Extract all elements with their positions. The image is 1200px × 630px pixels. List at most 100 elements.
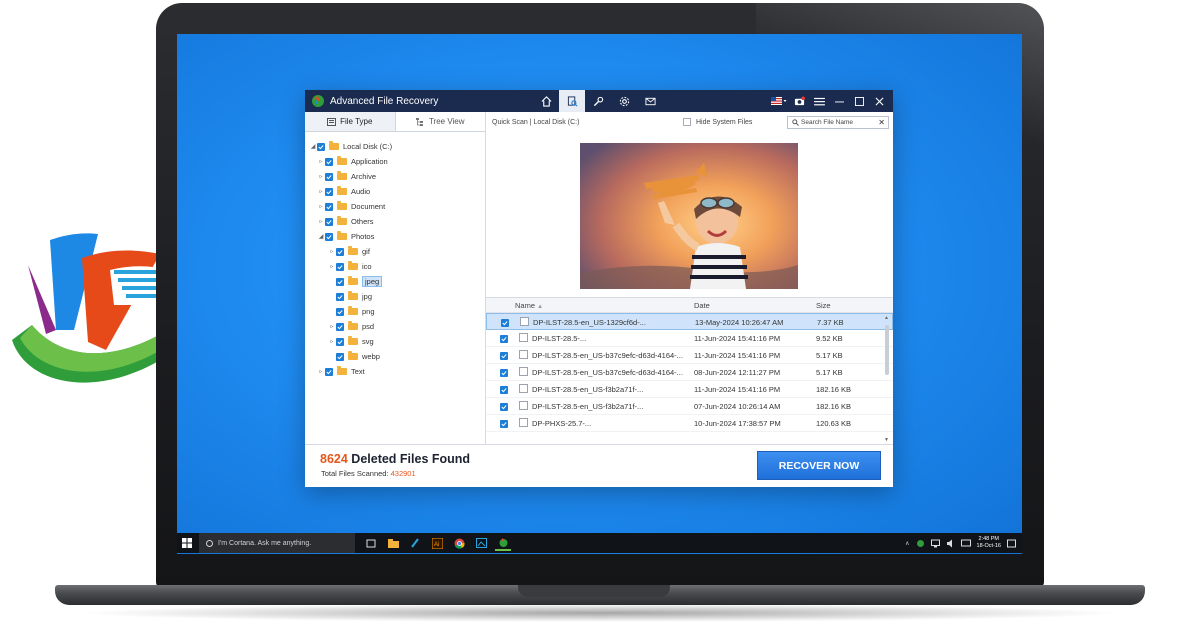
checkbox-checked-icon[interactable] [336,352,344,361]
expand-caret-icon[interactable]: ▹ [317,188,325,195]
tree-item-webp[interactable]: webp [305,349,485,364]
tree-item-audio[interactable]: ▹ Audio [305,184,485,199]
expand-caret-icon[interactable]: ◢ [317,233,325,240]
tree-item-text[interactable]: ▹ Text [305,364,485,379]
home-icon[interactable] [533,90,559,112]
column-size[interactable]: Size [816,301,831,310]
checkbox-checked-icon[interactable] [325,232,333,241]
checkbox-checked-icon[interactable] [317,142,325,151]
action-center-icon[interactable] [1007,539,1016,548]
expand-caret-icon[interactable]: ▹ [328,338,336,345]
checkbox-checked-icon[interactable] [336,262,344,271]
tree-item-others[interactable]: ▹ Others [305,214,485,229]
checkbox-checked-icon[interactable] [500,420,508,428]
expand-caret-icon[interactable]: ▹ [317,158,325,165]
table-row[interactable]: DP-ILST-28.5-en_US-1329cf6d-... 13-May-20… [486,313,893,330]
table-row[interactable]: DP-ILST-28.5-... 11-Jun-2024 15:41:16 PM 9… [486,330,893,347]
table-row[interactable]: DP-ILST-28.5-en_US-b37c9efc-d63d-4164-..… [486,364,893,381]
checkbox-checked-icon[interactable] [325,157,333,166]
checkbox-checked-icon[interactable] [325,367,333,376]
network-icon[interactable] [930,539,940,548]
tab-tree-view[interactable]: Tree View [396,112,486,131]
close-icon[interactable] [869,90,889,112]
scroll-up-icon[interactable]: ▲ [884,315,889,321]
checkbox-checked-icon[interactable] [336,277,344,286]
task-view-icon[interactable] [363,535,379,551]
checkbox-checked-icon[interactable] [325,202,333,211]
search-input[interactable]: Search File Name ✕ [787,116,889,129]
table-row[interactable]: DP-ILST-28.5-en_US-f3b2a71f-... 07-Jun-20… [486,398,893,415]
tab-file-type[interactable]: File Type [305,112,396,131]
checkbox-checked-icon[interactable] [336,307,344,316]
tree-item-application[interactable]: ▹ Application [305,154,485,169]
checkbox-checked-icon[interactable] [500,335,508,343]
expand-caret-icon[interactable]: ▹ [317,368,325,375]
column-name[interactable]: Name ▲ [515,301,543,310]
column-date[interactable]: Date [694,301,710,310]
windows-start-icon[interactable] [177,533,197,553]
pen-app-icon[interactable] [407,535,423,551]
sort-asc-icon[interactable]: ▲ [537,304,543,310]
tree-item-svg[interactable]: ▹ svg [305,334,485,349]
checkbox-checked-icon[interactable] [500,386,508,394]
tray-chevron-icon[interactable]: ∧ [905,540,909,547]
checkbox-checked-icon[interactable] [325,187,333,196]
tree-item-archive[interactable]: ▹ Archive [305,169,485,184]
tree-item-jpeg[interactable]: jpeg [305,274,485,289]
clear-search-icon[interactable]: ✕ [878,118,885,127]
tree-item-photos[interactable]: ◢ Photos [305,229,485,244]
tree-item-jpg[interactable]: jpg [305,289,485,304]
scan-icon[interactable] [559,90,585,112]
notifications-icon[interactable] [789,90,809,112]
checkbox-checked-icon[interactable] [500,403,508,411]
hide-system-files-toggle[interactable]: Hide System Files [683,118,752,126]
checkbox-checked-icon[interactable] [325,217,333,226]
table-scrollbar[interactable]: ▲ ▼ [884,315,890,443]
scroll-down-icon[interactable]: ▼ [884,437,889,443]
checkbox-checked-icon[interactable] [501,319,509,327]
checkbox-checked-icon[interactable] [500,369,508,377]
expand-caret-icon[interactable]: ▹ [317,173,325,180]
tools-icon[interactable] [585,90,611,112]
expand-caret-icon[interactable]: ▹ [328,323,336,330]
settings-icon[interactable] [611,90,637,112]
checkbox-checked-icon[interactable] [325,172,333,181]
checkbox-checked-icon[interactable] [336,247,344,256]
tree-item-png[interactable]: png [305,304,485,319]
expand-caret-icon[interactable]: ◢ [309,143,317,150]
tree-root[interactable]: ◢ Local Disk (C:) [305,139,485,154]
illustrator-icon[interactable]: Ai [429,535,445,551]
table-row[interactable]: DP-ILST-28.5-en_US-f3b2a71f-... 11-Jun-20… [486,381,893,398]
checkbox-checked-icon[interactable] [336,292,344,301]
mail-icon[interactable] [637,90,663,112]
file-recovery-app-icon[interactable] [495,535,511,551]
photo-app-icon[interactable] [473,535,489,551]
checkbox-checked-icon[interactable] [336,322,344,331]
taskbar-clock[interactable]: 2:48 PM 18-Oct-16 [977,536,1001,550]
keyboard-icon[interactable] [960,539,971,547]
tree-item-psd[interactable]: ▹ psd [305,319,485,334]
tray-app-icon[interactable] [916,539,925,548]
expand-caret-icon[interactable]: ▹ [317,203,325,210]
checkbox-checked-icon[interactable] [336,337,344,346]
tree-item-ico[interactable]: ▹ ico [305,259,485,274]
menu-icon[interactable] [809,90,829,112]
tree-item-document[interactable]: ▹ Document [305,199,485,214]
table-row[interactable]: DP-PHXS-25.7-... 10-Jun-2024 17:38:57 PM 1… [486,415,893,432]
expand-caret-icon[interactable]: ▹ [328,263,336,270]
recover-now-button[interactable]: RECOVER NOW [757,451,881,480]
us-flag-icon[interactable] [769,90,789,112]
volume-icon[interactable] [946,539,955,548]
file-explorer-icon[interactable] [385,535,401,551]
expand-caret-icon[interactable]: ▹ [328,248,336,255]
minimize-icon[interactable] [829,90,849,112]
scrollbar-thumb[interactable] [885,325,889,375]
hide-system-files-checkbox[interactable] [683,118,691,126]
cortana-search[interactable]: I'm Cortana. Ask me anything. [199,533,355,553]
expand-caret-icon[interactable]: ▹ [317,218,325,225]
chrome-icon[interactable] [451,535,467,551]
table-row[interactable]: DP-ILST-28.5-en_US-b37c9efc-d63d-4164-..… [486,347,893,364]
checkbox-checked-icon[interactable] [500,352,508,360]
tree-item-gif[interactable]: ▹ gif [305,244,485,259]
maximize-icon[interactable] [849,90,869,112]
